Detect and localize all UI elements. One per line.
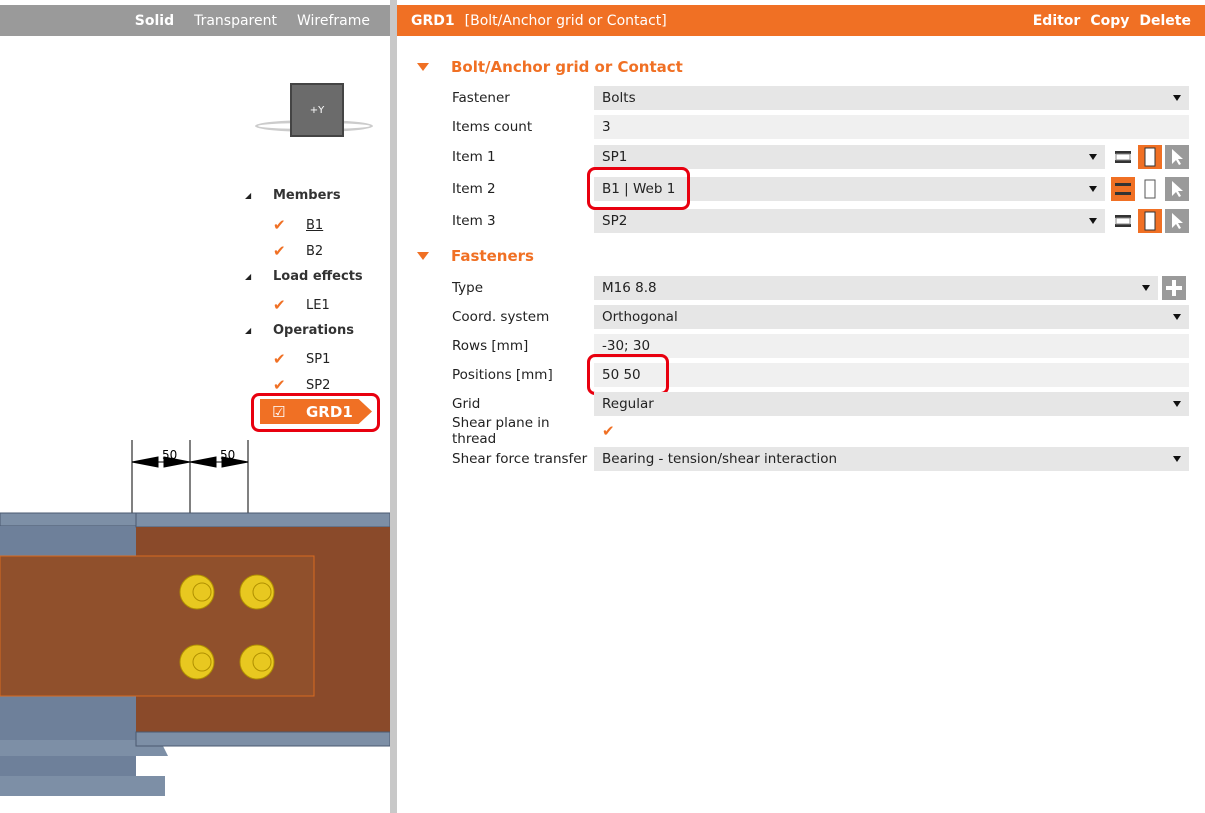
properties-header: GRD1 [Bolt/Anchor grid or Contact] Edito… — [397, 5, 1205, 36]
pick-cursor-button[interactable] — [1165, 177, 1189, 201]
tree-item-label: B2 — [306, 243, 324, 259]
section-bolt-grid[interactable]: Bolt/Anchor grid or Contact — [417, 58, 683, 76]
highlight-box — [587, 167, 690, 210]
surface-edge-toggle[interactable] — [1111, 177, 1135, 201]
tree-item-sp1[interactable]: ✔ SP1 — [273, 350, 330, 368]
rows-input[interactable]: -30; 30 — [594, 334, 1189, 358]
grid-select[interactable]: Regular — [594, 392, 1189, 416]
operation-type: [Bolt/Anchor grid or Contact] — [464, 12, 667, 29]
properties-panel: GRD1 [Bolt/Anchor grid or Contact] Edito… — [397, 0, 1205, 813]
shear-plane-checkbox[interactable]: ✔ — [602, 422, 615, 440]
coord-system-select[interactable]: Orthogonal — [594, 305, 1189, 329]
field-label: Item 1 — [452, 149, 496, 165]
item3-select[interactable]: SP2 — [594, 209, 1105, 233]
field-label: Rows [mm] — [452, 338, 529, 354]
field-label: Grid — [452, 396, 481, 412]
tree-item-b2[interactable]: ✔ B2 — [273, 242, 323, 260]
view-mode-bar: Solid Transparent Wireframe — [0, 5, 390, 36]
check-icon[interactable]: ✔ — [273, 350, 306, 368]
view-transparent-button[interactable]: Transparent — [194, 13, 277, 29]
chevron-down-icon — [1173, 95, 1181, 101]
field-label: Fastener — [452, 90, 510, 106]
field-label: Item 3 — [452, 213, 496, 229]
tree-item-label: LE1 — [306, 297, 330, 313]
dimension-label: 50 — [162, 448, 177, 462]
chevron-down-icon — [1089, 186, 1097, 192]
highlight-box — [587, 354, 669, 395]
section-title: Bolt/Anchor grid or Contact — [451, 58, 683, 76]
dimension-label: 50 — [220, 448, 235, 462]
shear-force-select[interactable]: Bearing - tension/shear interaction — [594, 447, 1189, 471]
field-label: Type — [452, 280, 484, 296]
view-cube[interactable]: +Y — [255, 80, 373, 140]
surface-edge-toggle[interactable] — [1111, 145, 1135, 169]
chevron-down-icon — [1142, 285, 1150, 291]
3d-view-panel[interactable]: Solid Transparent Wireframe +Y ◢ Members … — [0, 0, 390, 813]
tree-item-label: B1 — [306, 217, 324, 233]
field-label: Shear force transfer — [452, 451, 588, 467]
copy-button[interactable]: Copy — [1090, 13, 1129, 29]
collapse-icon[interactable] — [417, 252, 429, 260]
tree-item-b1[interactable]: ✔ B1 — [273, 216, 323, 234]
chevron-down-icon — [1173, 456, 1181, 462]
bolt-type-select[interactable]: M16 8.8 — [594, 276, 1158, 300]
plate-face-toggle[interactable] — [1138, 209, 1162, 233]
chevron-down-icon — [1173, 401, 1181, 407]
chevron-down-icon — [1173, 314, 1181, 320]
delete-button[interactable]: Delete — [1139, 13, 1191, 29]
field-label: Items count — [452, 119, 533, 135]
tree-item-le1[interactable]: ✔ LE1 — [273, 296, 330, 314]
highlight-box — [251, 393, 380, 432]
plate-face-toggle[interactable] — [1138, 177, 1162, 201]
tree-group-load-effects[interactable]: Load effects — [273, 269, 363, 284]
pick-cursor-button[interactable] — [1165, 209, 1189, 233]
section-fasteners[interactable]: Fasteners — [417, 247, 534, 265]
editor-button[interactable]: Editor — [1033, 13, 1081, 29]
tree-group-operations[interactable]: Operations — [273, 323, 354, 338]
field-label: Positions [mm] — [452, 367, 553, 383]
panel-splitter[interactable] — [390, 0, 397, 813]
positions-input[interactable]: 50 50 — [594, 363, 1189, 387]
view-cube-face[interactable]: +Y — [290, 83, 344, 137]
pick-cursor-button[interactable] — [1165, 145, 1189, 169]
add-bolt-type-button[interactable] — [1162, 276, 1186, 300]
model-view[interactable]: 50 50 — [0, 440, 390, 800]
check-icon[interactable]: ✔ — [273, 376, 306, 394]
tree-item-label: SP2 — [306, 377, 331, 393]
field-label: Item 2 — [452, 181, 496, 197]
surface-edge-toggle[interactable] — [1111, 209, 1135, 233]
check-icon[interactable]: ✔ — [273, 216, 306, 234]
view-solid-button[interactable]: Solid — [135, 13, 174, 29]
items-count-input[interactable]: 3 — [594, 115, 1189, 139]
chevron-down-icon — [1089, 154, 1097, 160]
tree-group-members[interactable]: Members — [273, 188, 341, 203]
tree-item-sp2[interactable]: ✔ SP2 — [273, 376, 330, 394]
field-label: Shear plane in thread — [452, 415, 550, 447]
operation-id: GRD1 — [411, 12, 455, 29]
collapse-icon[interactable] — [417, 63, 429, 71]
check-icon[interactable]: ✔ — [273, 296, 306, 314]
chevron-down-icon — [1089, 218, 1097, 224]
item1-select[interactable]: SP1 — [594, 145, 1105, 169]
plate-face-toggle[interactable] — [1138, 145, 1162, 169]
section-title: Fasteners — [451, 247, 534, 265]
fastener-select[interactable]: Bolts — [594, 86, 1189, 110]
field-label: Coord. system — [452, 309, 550, 325]
view-wireframe-button[interactable]: Wireframe — [297, 13, 370, 29]
check-icon[interactable]: ✔ — [273, 242, 306, 260]
tree-item-label: SP1 — [306, 351, 331, 367]
